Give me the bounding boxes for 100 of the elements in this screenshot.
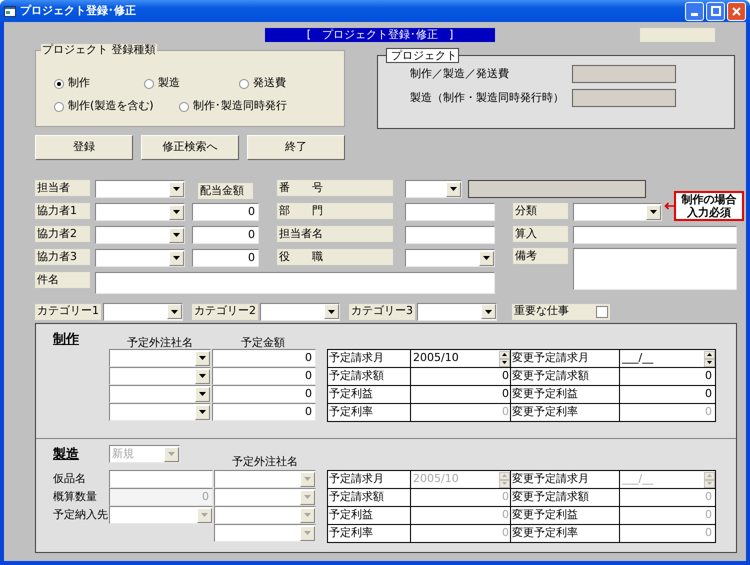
caret-icon	[171, 310, 178, 314]
dropdown[interactable]	[405, 180, 462, 198]
dropdown[interactable]	[95, 180, 185, 198]
action-button[interactable]: 修正検索へ	[141, 135, 239, 160]
input-field[interactable]: 0	[192, 203, 259, 221]
dropdown[interactable]	[573, 203, 662, 221]
table-cell: 予定利率	[328, 404, 411, 422]
section-heading: 製造	[53, 447, 80, 462]
input-field[interactable]	[95, 272, 495, 294]
dropdown[interactable]	[417, 302, 497, 320]
input-field[interactable]: 0	[192, 226, 259, 244]
value-field[interactable]: 0	[620, 386, 716, 404]
value-field[interactable]: ___/__	[620, 350, 716, 368]
window-icon	[4, 6, 16, 16]
caret-icon	[485, 310, 492, 314]
spinner-control[interactable]	[499, 350, 510, 366]
radio-option[interactable]: 発送費	[239, 75, 329, 92]
column-header: 予定金額	[240, 335, 286, 351]
caret-icon	[650, 210, 657, 214]
radio-option[interactable]: 製造	[144, 75, 239, 92]
action-button[interactable]: 終了	[247, 135, 345, 160]
caret-icon	[201, 513, 208, 517]
table-cell: 変更予定利率	[511, 525, 620, 543]
dropdown[interactable]	[95, 226, 185, 244]
caret-icon	[304, 513, 311, 517]
note-text: 入力必須	[687, 206, 731, 219]
value-field[interactable]: 2005/10	[411, 350, 511, 368]
field-label: 分類	[513, 203, 568, 219]
down-arrow-icon	[707, 482, 712, 485]
checkbox[interactable]	[596, 306, 608, 318]
down-arrow-icon	[502, 482, 507, 485]
input-field[interactable]	[573, 226, 737, 244]
caret-icon	[304, 495, 311, 499]
dropdown[interactable]	[109, 385, 211, 403]
section-heading: 制作	[53, 332, 80, 347]
column-header: 予定外注社名	[126, 335, 194, 351]
dropdown[interactable]	[109, 367, 211, 385]
input-field[interactable]: 0	[212, 385, 316, 403]
field-label: 仮品名	[53, 470, 87, 487]
table-cell: 予定利益	[328, 507, 411, 525]
caret-icon	[199, 356, 206, 360]
minimize-button[interactable]	[685, 2, 704, 20]
value-field[interactable]: 0	[620, 368, 716, 386]
value-field[interactable]: 0	[411, 386, 511, 404]
dropdown[interactable]	[103, 302, 183, 320]
field-label: 製造（制作・製造同時発行時）	[410, 90, 565, 106]
dropdown[interactable]	[95, 249, 185, 267]
input-field[interactable]	[405, 203, 495, 221]
caret-icon	[173, 233, 180, 237]
up-arrow-icon	[707, 474, 712, 477]
radio-option[interactable]: 制作	[54, 75, 144, 92]
up-arrow-icon	[707, 353, 712, 356]
group-legend: プロジェクト 登録種類	[41, 44, 156, 56]
dropdown[interactable]	[95, 203, 185, 221]
table-cell: 変更予定請求月	[511, 350, 620, 368]
dropdown[interactable]	[109, 403, 211, 421]
caret-icon	[483, 256, 490, 260]
input-field[interactable]: 0	[212, 349, 316, 367]
caret-icon	[199, 374, 206, 378]
minimize-icon	[691, 12, 698, 16]
input-field[interactable]: 0	[192, 249, 259, 267]
input-field[interactable]	[405, 226, 495, 244]
maximize-icon	[710, 6, 720, 16]
close-button[interactable]	[727, 2, 746, 20]
maximize-button[interactable]	[706, 2, 725, 20]
dropdown[interactable]	[405, 249, 495, 267]
form-banner: [ プロジェクト登録･修正 ]	[265, 28, 495, 42]
close-icon	[732, 6, 741, 16]
table-cell: 予定請求月	[328, 471, 411, 489]
caret-icon	[199, 410, 206, 414]
field-label: 部 門	[277, 203, 393, 219]
field-label: 番 号	[277, 180, 393, 196]
field-label: カテゴリー3	[349, 304, 415, 320]
spinner-control[interactable]	[704, 350, 715, 366]
caret-icon	[450, 187, 457, 191]
input-field[interactable]: 0	[212, 367, 316, 385]
action-button[interactable]: 登録	[35, 135, 133, 160]
window-title: プロジェクト登録･修正	[20, 2, 136, 19]
dropdown[interactable]	[260, 302, 340, 320]
caret-icon	[173, 187, 180, 191]
down-arrow-icon	[707, 361, 712, 364]
radio-option[interactable]: 制作(製造を含む)	[54, 98, 179, 115]
input-field[interactable]	[573, 248, 737, 290]
dropdown[interactable]	[109, 349, 211, 367]
group-legend: プロジェクト	[386, 48, 459, 63]
table-cell: 変更予定請求月	[511, 471, 620, 489]
caret-icon	[304, 531, 311, 535]
input-field[interactable]	[109, 470, 213, 488]
caret-icon	[173, 256, 180, 260]
down-arrow-icon	[502, 361, 507, 364]
value-field[interactable]: 0	[411, 368, 511, 386]
input-field[interactable]: 0	[212, 403, 316, 421]
note-text: 制作の場合	[682, 193, 736, 206]
table-cell: 変更予定利率	[511, 404, 620, 422]
caret-icon	[199, 392, 206, 396]
table-cell: 予定請求額	[328, 368, 411, 386]
up-arrow-icon	[502, 353, 507, 356]
table-cell: 予定請求月	[328, 350, 411, 368]
field-label: 概算数量	[53, 488, 98, 505]
radio-option[interactable]: 制作･製造同時発行	[179, 98, 319, 115]
